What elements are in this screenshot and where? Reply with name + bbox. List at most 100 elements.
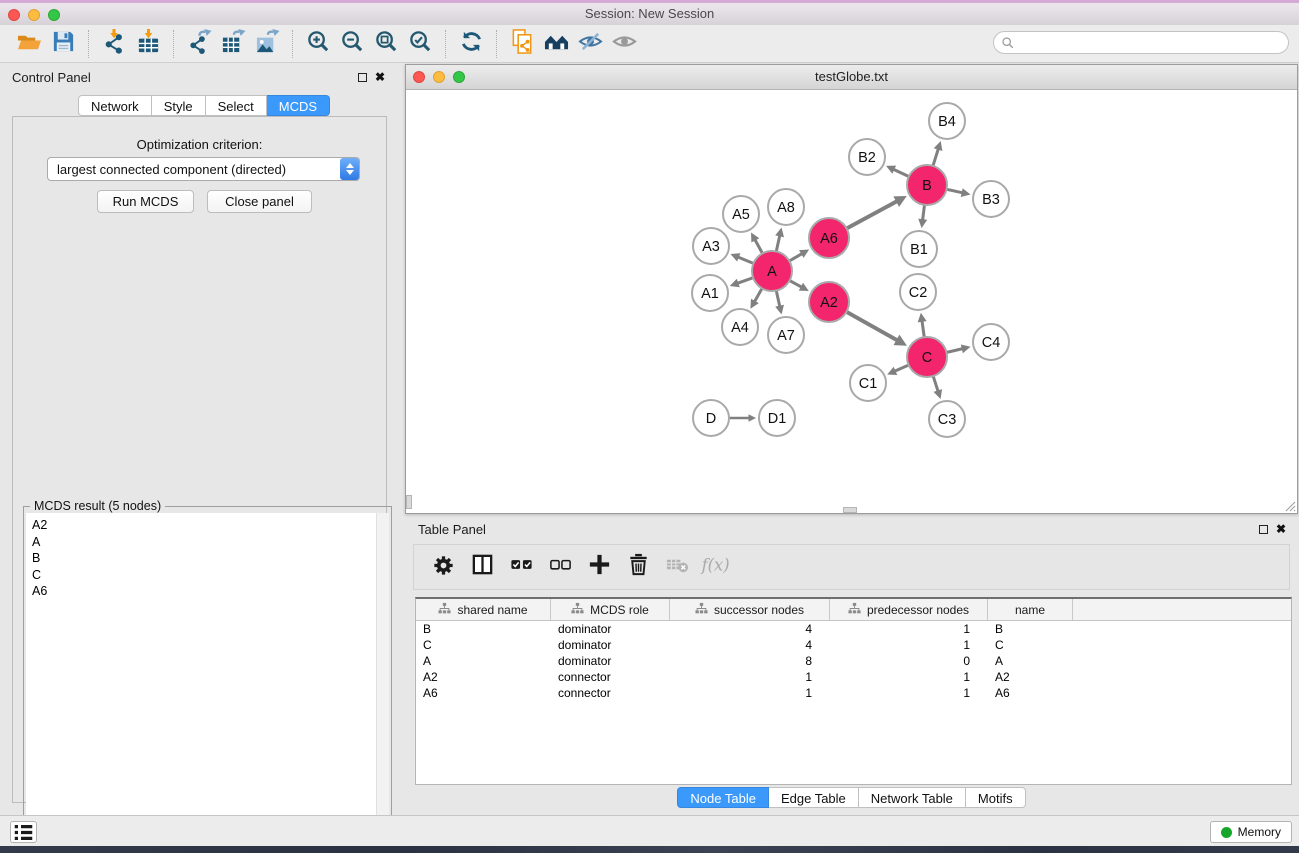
control-tab-network[interactable]: Network xyxy=(78,95,152,116)
network-zoom-light[interactable] xyxy=(453,71,465,83)
delete-column-button[interactable] xyxy=(624,552,652,582)
control-tab-style[interactable]: Style xyxy=(152,95,206,116)
column-header-shared-name[interactable]: shared name xyxy=(416,599,551,620)
control-tab-mcds[interactable]: MCDS xyxy=(267,95,330,116)
collapse-grip-bottom[interactable] xyxy=(843,507,857,513)
table-cell[interactable]: B xyxy=(416,621,551,637)
table-cell[interactable]: A6 xyxy=(416,685,551,701)
column-header-successor-nodes[interactable]: successor nodes xyxy=(670,599,830,620)
minimize-window-light[interactable] xyxy=(28,9,40,21)
search-box[interactable] xyxy=(993,31,1289,54)
table-float-button[interactable] xyxy=(1254,521,1272,537)
fit-content-button[interactable] xyxy=(369,29,403,59)
mcds-result-item[interactable]: B xyxy=(32,550,389,567)
table-tab-node-table[interactable]: Node Table xyxy=(677,787,769,808)
table-tab-edge-table[interactable]: Edge Table xyxy=(769,787,859,808)
control-tab-select[interactable]: Select xyxy=(206,95,267,116)
table-cell[interactable]: C xyxy=(416,637,551,653)
network-window-titlebar[interactable]: testGlobe.txt xyxy=(406,65,1297,90)
table-cell[interactable]: 1 xyxy=(830,669,988,685)
column-header-name[interactable]: name xyxy=(988,599,1073,620)
resize-grip-icon[interactable] xyxy=(1283,499,1296,512)
result-scrollbar[interactable] xyxy=(376,513,389,847)
table-cell[interactable]: A xyxy=(416,653,551,669)
table-cell[interactable]: C xyxy=(988,637,1073,653)
collapse-grip-left[interactable] xyxy=(406,495,412,509)
open-file-button[interactable] xyxy=(12,29,46,59)
column-header-predecessor-nodes[interactable]: predecessor nodes xyxy=(830,599,988,620)
table-close-button[interactable]: ✖ xyxy=(1272,521,1290,537)
table-row[interactable]: A6connector11A6 xyxy=(416,685,1291,701)
table-row[interactable]: Cdominator41C xyxy=(416,637,1291,653)
new-network-from-selection-button[interactable] xyxy=(505,29,539,59)
select-all-button[interactable] xyxy=(507,552,535,582)
network-canvas[interactable]: B4B2BB3A5A8A6B1A3AC2A1A2A4A7C4CC1C3DD1 xyxy=(406,90,1297,513)
table-cell[interactable]: A6 xyxy=(988,685,1073,701)
table-cell[interactable]: 1 xyxy=(830,637,988,653)
window-titlebar: Session: New Session xyxy=(0,0,1299,25)
show-all-button[interactable] xyxy=(607,29,641,59)
network-graph[interactable]: B4B2BB3A5A8A6B1A3AC2A1A2A4A7C4CC1C3DD1 xyxy=(406,90,1297,513)
close-window-light[interactable] xyxy=(8,9,20,21)
table-cell[interactable]: dominator xyxy=(551,637,670,653)
network-minimize-light[interactable] xyxy=(433,71,445,83)
table-cell[interactable]: dominator xyxy=(551,621,670,637)
optimization-criterion-select[interactable]: largest connected component (directed) xyxy=(47,157,360,181)
table-cell[interactable]: B xyxy=(988,621,1073,637)
refresh-icon xyxy=(459,29,484,59)
import-table-button[interactable] xyxy=(131,29,165,59)
zoom-selected-button[interactable] xyxy=(403,29,437,59)
mcds-result-list[interactable]: A2ABCA6 xyxy=(26,513,389,847)
table-tab-motifs[interactable]: Motifs xyxy=(966,787,1026,808)
hide-selected-button[interactable] xyxy=(573,29,607,59)
mcds-result-item[interactable]: A2 xyxy=(32,517,389,534)
table-cell[interactable]: connector xyxy=(551,669,670,685)
table-cell[interactable]: 8 xyxy=(670,653,830,669)
network-close-light[interactable] xyxy=(413,71,425,83)
table-row[interactable]: Bdominator41B xyxy=(416,621,1291,637)
table-cell[interactable]: dominator xyxy=(551,653,670,669)
zoom-window-light[interactable] xyxy=(48,9,60,21)
node-label-B3: B3 xyxy=(982,192,1000,208)
close-panel-button[interactable]: ✖ xyxy=(371,69,389,85)
table-cell[interactable]: connector xyxy=(551,685,670,701)
table-cell[interactable]: 1 xyxy=(670,685,830,701)
table-row[interactable]: Adominator80A xyxy=(416,653,1291,669)
table-cell[interactable]: 1 xyxy=(830,685,988,701)
mcds-result-item[interactable]: C xyxy=(32,567,389,584)
show-columns-button[interactable] xyxy=(468,552,496,582)
zoom-out-button[interactable] xyxy=(335,29,369,59)
table-cell[interactable]: 0 xyxy=(830,653,988,669)
table-cell[interactable]: 4 xyxy=(670,621,830,637)
export-network-button[interactable] xyxy=(182,29,216,59)
table-tab-network-table[interactable]: Network Table xyxy=(859,787,966,808)
mcds-result-item[interactable]: A xyxy=(32,534,389,551)
run-mcds-button[interactable]: Run MCDS xyxy=(97,190,194,213)
import-network-button[interactable] xyxy=(97,29,131,59)
export-table-button[interactable] xyxy=(216,29,250,59)
save-session-button[interactable] xyxy=(46,29,80,59)
search-input[interactable] xyxy=(1015,33,1288,52)
close-panel-action-button[interactable]: Close panel xyxy=(207,190,312,213)
table-cell[interactable]: 4 xyxy=(670,637,830,653)
table-settings-button[interactable] xyxy=(429,552,457,582)
table-cell[interactable]: A xyxy=(988,653,1073,669)
export-image-button[interactable] xyxy=(250,29,284,59)
refresh-button[interactable] xyxy=(454,29,488,59)
zoom-in-button[interactable] xyxy=(301,29,335,59)
first-neighbors-button[interactable] xyxy=(539,29,573,59)
unselect-all-button[interactable] xyxy=(546,552,574,582)
table-cell[interactable]: A2 xyxy=(988,669,1073,685)
mcds-result-group: MCDS result (5 nodes) A2ABCA6 xyxy=(23,506,392,850)
mcds-result-item[interactable]: A6 xyxy=(32,583,389,600)
float-panel-button[interactable] xyxy=(353,69,371,85)
column-header-MCDS-role[interactable]: MCDS role xyxy=(551,599,670,620)
add-column-button[interactable] xyxy=(585,552,613,582)
node-label-C4: C4 xyxy=(982,335,1001,351)
table-cell[interactable]: 1 xyxy=(670,669,830,685)
table-cell[interactable]: 1 xyxy=(830,621,988,637)
task-history-button[interactable] xyxy=(10,821,37,843)
memory-button[interactable]: Memory xyxy=(1210,821,1292,843)
table-cell[interactable]: A2 xyxy=(416,669,551,685)
table-row[interactable]: A2connector11A2 xyxy=(416,669,1291,685)
